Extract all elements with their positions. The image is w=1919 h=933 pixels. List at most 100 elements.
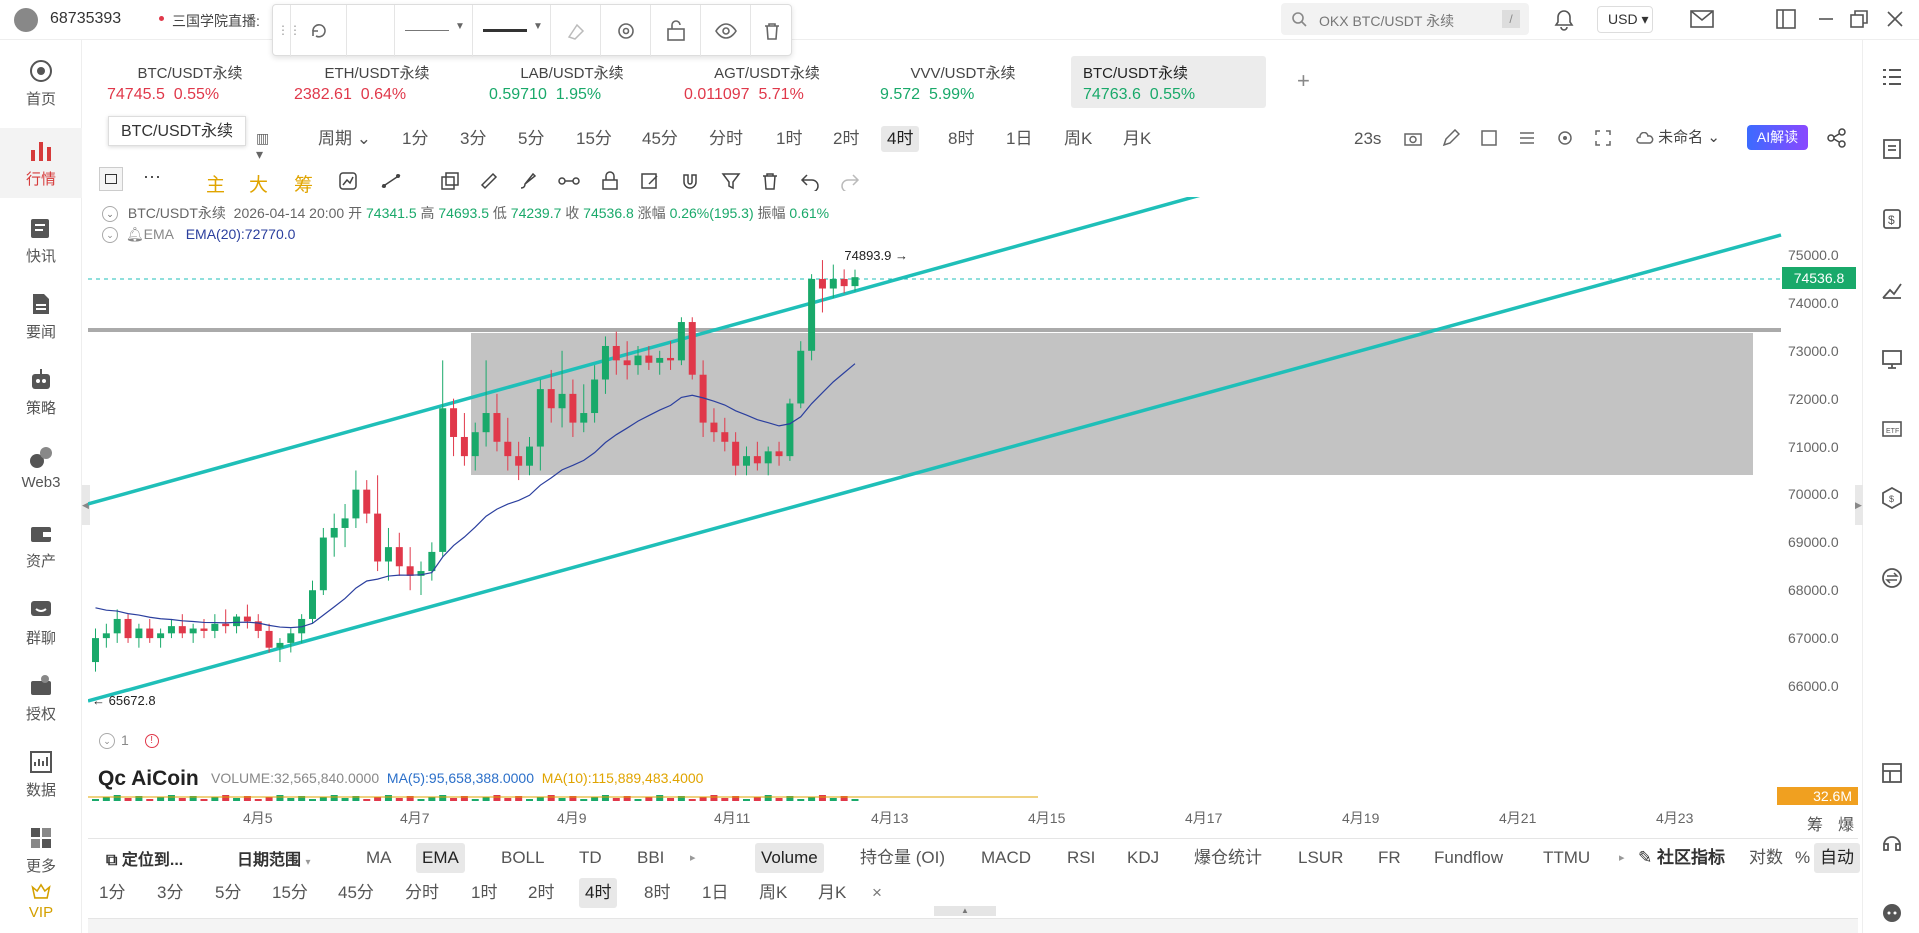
tf2-3m[interactable]: 3分: [157, 878, 183, 908]
tf2-1d[interactable]: 1日: [702, 878, 728, 908]
sidebar-item-home[interactable]: 首页: [0, 48, 82, 118]
tf-1d[interactable]: 1日: [1006, 126, 1032, 152]
bell-icon[interactable]: [1552, 8, 1576, 32]
symbol-tab[interactable]: ETH/USDT永续 2382.61 0.64%: [282, 56, 472, 108]
monitor-icon[interactable]: [1881, 348, 1903, 370]
price-tag-icon[interactable]: $: [1881, 208, 1903, 230]
window-dock-icon[interactable]: [1776, 9, 1796, 29]
sidebar-item-more[interactable]: 更多: [0, 815, 82, 885]
more-tools-icon[interactable]: ···: [143, 166, 161, 187]
etf-icon[interactable]: ETF: [1881, 418, 1903, 440]
percent-scale-toggle[interactable]: %: [1795, 843, 1810, 873]
auto-draw-icon[interactable]: [338, 171, 358, 191]
replay-icon[interactable]: [1480, 129, 1498, 147]
sidebar-item-chat[interactable]: 群聊: [0, 587, 82, 657]
sidebar-item-vip[interactable]: VIP: [0, 878, 82, 933]
layout-icon[interactable]: [1881, 762, 1903, 784]
pencil-icon[interactable]: [1442, 129, 1460, 147]
tf2-week[interactable]: 周K: [759, 878, 787, 908]
tf2-45m[interactable]: 45分: [338, 878, 374, 908]
sub-rsi[interactable]: RSI: [1067, 843, 1095, 873]
share-icon[interactable]: [1827, 128, 1847, 148]
tf-week[interactable]: 周K: [1064, 126, 1092, 152]
tf-15m[interactable]: 15分: [576, 126, 612, 152]
pattern-tool-icon[interactable]: [558, 171, 580, 191]
tf-1h[interactable]: 1时: [776, 126, 802, 152]
undo-icon[interactable]: [800, 171, 820, 191]
tf2-timeline[interactable]: 分时: [405, 878, 439, 908]
ind-boll[interactable]: BOLL: [501, 843, 544, 873]
ind-more-arrow[interactable]: ▸: [690, 843, 696, 873]
paint-style-icon[interactable]: [551, 5, 601, 57]
draw-select-tool[interactable]: [99, 167, 123, 191]
sidebar-item-auth[interactable]: 授权: [0, 663, 82, 733]
copy-tool-icon[interactable]: [440, 171, 460, 191]
sidebar-item-market[interactable]: 行情: [0, 128, 82, 198]
sidebar-item-data[interactable]: 数据: [0, 739, 82, 809]
locate-button[interactable]: ⧉ 定位到...: [106, 846, 183, 870]
search-box[interactable]: OKX BTC/USDT 永续 /: [1281, 3, 1529, 35]
sidebar-item-flash[interactable]: 快讯: [0, 205, 82, 275]
color-picker-button[interactable]: [347, 5, 395, 57]
swap-icon[interactable]: [1881, 567, 1903, 589]
ai-analysis-button[interactable]: AI解读: [1747, 125, 1808, 150]
sidebar-item-news[interactable]: 要闻: [0, 281, 82, 351]
delete-drawings-icon[interactable]: [760, 171, 780, 191]
collapse-toggle-icon[interactable]: ⌄: [99, 733, 115, 750]
tf-3m[interactable]: 3分: [460, 126, 486, 152]
sub-oi[interactable]: 持仓量 (OI): [860, 843, 945, 873]
tf2-8h[interactable]: 8时: [644, 878, 670, 908]
sidebar-item-strategy[interactable]: 策略: [0, 357, 82, 427]
tf2-month[interactable]: 月K: [818, 878, 846, 908]
ind-ema[interactable]: EMA: [416, 843, 465, 873]
sub-liquidation[interactable]: 爆仓统计: [1194, 843, 1262, 873]
symbol-tab[interactable]: LAB/USDT永续 0.59710 1.95%: [477, 56, 667, 108]
sub-ttmu[interactable]: TTMU: [1543, 843, 1590, 873]
sub-macd[interactable]: MACD: [981, 843, 1031, 873]
trend-icon[interactable]: [1881, 278, 1903, 300]
chip-toggle[interactable]: 筹: [294, 170, 313, 197]
symbol-tab-active[interactable]: BTC/USDT永续 74763.6 0.55%: [1071, 56, 1266, 108]
auto-scale-toggle[interactable]: 自动: [1814, 843, 1860, 873]
search-input[interactable]: OKX BTC/USDT 永续: [1319, 11, 1454, 31]
add-tab-button[interactable]: +: [1297, 68, 1310, 94]
tf2-1m[interactable]: 1分: [99, 878, 125, 908]
chart-settings-icon[interactable]: [1556, 129, 1574, 147]
tf-4h[interactable]: 4时: [881, 126, 920, 152]
sub-kdj[interactable]: KDJ: [1127, 843, 1159, 873]
trendline-tool-icon[interactable]: [380, 171, 402, 191]
sub-fundflow[interactable]: Fundflow: [1434, 843, 1503, 873]
panel-resize-handle[interactable]: ▲: [934, 906, 996, 916]
sidebar-item-web3[interactable]: Web3: [0, 434, 82, 504]
settings-icon[interactable]: [601, 5, 651, 57]
magnet-icon[interactable]: [680, 171, 700, 191]
fullscreen-icon[interactable]: [1594, 129, 1612, 147]
big-order-toggle[interactable]: 大: [249, 170, 268, 197]
ind-ma[interactable]: MA: [366, 843, 392, 873]
list-icon[interactable]: [1881, 66, 1903, 88]
unlock-icon[interactable]: [651, 5, 701, 57]
main-chart-toggle[interactable]: 主: [206, 170, 225, 197]
drag-handle[interactable]: ⋮⋮: [273, 5, 301, 57]
symbol-tab[interactable]: AGT/USDT永续 0.011097 5.71%: [672, 56, 862, 108]
line-width-select[interactable]: ▼: [473, 5, 551, 57]
indicator-list-icon[interactable]: [1518, 129, 1536, 147]
tf-8h[interactable]: 8时: [948, 126, 974, 152]
tf2-2h[interactable]: 2时: [528, 878, 554, 908]
axis-corner-liquidation[interactable]: 爆: [1838, 811, 1854, 835]
tf2-1h[interactable]: 1时: [471, 878, 497, 908]
alert-icon[interactable]: !: [144, 734, 159, 749]
close-icon[interactable]: [1885, 9, 1905, 29]
tf-2h[interactable]: 2时: [833, 126, 859, 152]
log-scale-toggle[interactable]: 对数: [1749, 843, 1783, 873]
candlestick-chart[interactable]: 74893.9 → ← 65672.8: [88, 197, 1858, 815]
tf-5m[interactable]: 5分: [518, 126, 544, 152]
time-axis[interactable]: 4月5 4月7 4月9 4月11 4月13 4月15 4月17 4月19 4月21 4月23: [88, 806, 1778, 830]
community-indicators-button[interactable]: ✎ 社区指标: [1638, 843, 1725, 873]
broadcast-ticker[interactable]: 三国学院直播:: [172, 11, 260, 31]
tf-1m[interactable]: 1分: [402, 126, 428, 152]
brush-icon[interactable]: [518, 171, 538, 191]
line-style-select[interactable]: ▼: [395, 5, 473, 57]
note-edit-icon[interactable]: [640, 171, 660, 191]
eye-icon[interactable]: [701, 5, 751, 57]
